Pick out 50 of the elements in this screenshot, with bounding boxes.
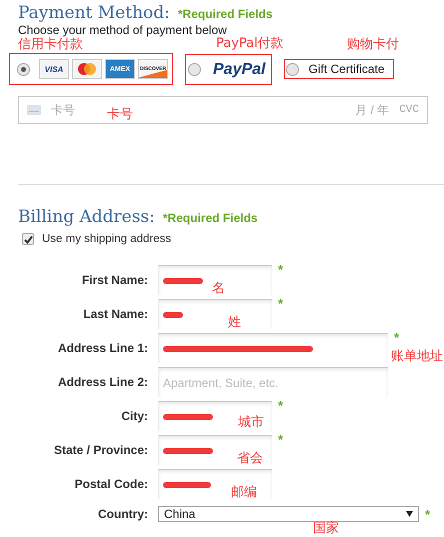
- required-asterisk: *: [278, 399, 284, 412]
- paypal-logo: PayPal: [213, 60, 266, 78]
- gift-certificate-option[interactable]: Gift Certificate: [284, 59, 394, 79]
- annotation-text: 城市: [238, 416, 264, 430]
- annotation-text: 国家: [313, 522, 339, 536]
- required-asterisk: *: [394, 331, 400, 344]
- input-field[interactable]: [158, 333, 388, 363]
- radio-button[interactable]: [188, 63, 201, 76]
- mastercard-logo: [72, 59, 102, 79]
- radio-button[interactable]: [286, 62, 300, 76]
- field-label: City:: [120, 408, 148, 423]
- field-label: State / Province:: [52, 442, 148, 457]
- field-label: Postal Code:: [74, 476, 148, 491]
- required-asterisk: *: [278, 433, 284, 446]
- input-field[interactable]: [158, 265, 272, 295]
- card-icon: [27, 105, 41, 115]
- annotation-text: 卡号: [107, 108, 133, 122]
- paypal-option[interactable]: PayPal: [185, 54, 272, 84]
- field-label: Address Line 1:: [56, 340, 148, 355]
- option-label: Gift Certificate: [308, 62, 385, 76]
- annotation-text: 姓: [228, 316, 241, 330]
- visa-logo: VISA: [39, 59, 69, 79]
- radio-button[interactable]: [17, 62, 30, 76]
- annotation-text: 邮编: [231, 486, 257, 500]
- input-field[interactable]: [158, 469, 272, 499]
- field-label: Country:: [97, 507, 148, 521]
- section-title: Payment Method:: [18, 3, 170, 23]
- instruction-text: Choose your method of payment below: [17, 23, 228, 37]
- annotation-text: 名: [212, 282, 225, 296]
- annotation-text: 省会: [237, 452, 263, 466]
- required-note: *Required Fields: [178, 7, 273, 21]
- checkbox-label: Use my shipping address: [42, 233, 172, 245]
- annotation-text: 购物卡付: [347, 38, 399, 52]
- field-label: Address Line 2:: [56, 374, 148, 389]
- checkbox[interactable]: [22, 233, 34, 245]
- annotation-text: 账单地址: [391, 350, 443, 364]
- input-field[interactable]: [158, 299, 272, 329]
- section-title: Billing Address:: [18, 207, 155, 227]
- field-label: Last Name:: [82, 306, 148, 321]
- input-field[interactable]: [158, 401, 272, 431]
- dropdown-arrow-icon: [406, 511, 413, 517]
- annotation-text: 信用卡付款: [18, 38, 83, 52]
- country-dropdown[interactable]: China: [158, 506, 419, 522]
- required-asterisk: *: [278, 263, 284, 276]
- required-asterisk: *: [425, 508, 430, 520]
- field-label: First Name:: [80, 272, 148, 287]
- annotation-text: PayPal付款: [216, 37, 284, 52]
- required-note: *Required Fields: [162, 211, 258, 225]
- input-field[interactable]: [158, 435, 272, 465]
- required-asterisk: *: [278, 297, 284, 310]
